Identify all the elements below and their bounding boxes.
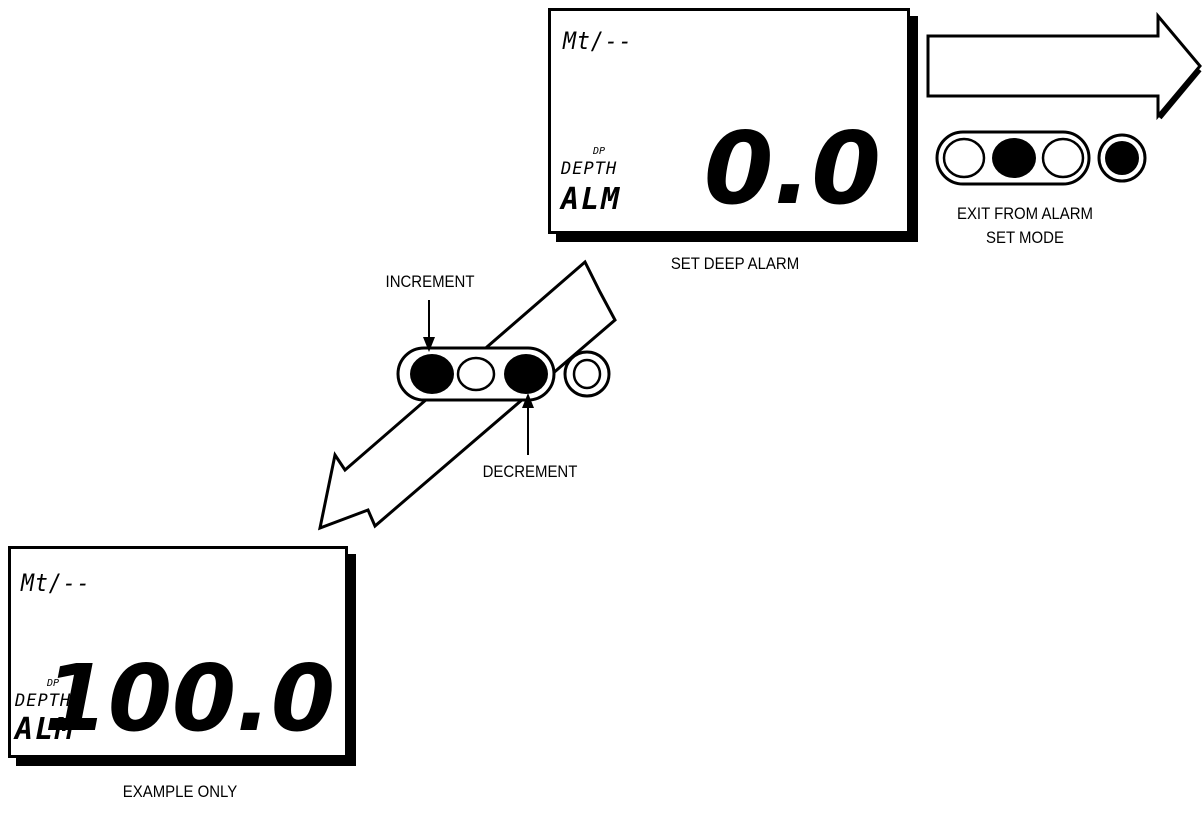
right-left-button (942, 137, 986, 179)
right-center-button (992, 138, 1036, 178)
bottom-mode-indicator: Mt/-- (21, 569, 91, 597)
right-right-button (1041, 137, 1085, 179)
exit-arrow (926, 11, 1202, 121)
top-mode-indicator: Mt/-- (563, 27, 633, 55)
decrement-pointer (522, 393, 534, 455)
decrement-label: DECREMENT (482, 462, 578, 481)
exit-button (1105, 141, 1139, 175)
bottom-depth-value: 100.0 (43, 645, 335, 752)
side-button-inner (572, 358, 602, 390)
top-display-screen: Mt/-- DP DEPTH ALM 0.0 (548, 8, 910, 234)
increment-button (410, 354, 454, 394)
top-depth-value: 0.0 (703, 110, 881, 227)
top-depth-label: DEPTH (561, 159, 618, 179)
increment-label: INCREMENT (385, 272, 475, 291)
middle-button-cluster (396, 346, 611, 402)
top-alm-label: ALM (561, 182, 622, 217)
exit-caption-line2: SET MODE (986, 228, 1064, 247)
bottom-display: Mt/-- DP DEPTH ALM 100.0 (8, 546, 358, 768)
decrement-button (504, 354, 548, 394)
exit-caption-line1: EXIT FROM ALARM (956, 204, 1094, 223)
top-display-caption: SET DEEP ALARM (670, 254, 800, 273)
increment-pointer (423, 300, 435, 352)
bottom-display-caption: EXAMPLE ONLY (122, 782, 238, 801)
right-button-cluster (935, 130, 1147, 186)
top-dp-label: DP (593, 146, 606, 157)
mode-button (456, 356, 496, 392)
top-display: Mt/-- DP DEPTH ALM 0.0 (548, 8, 920, 244)
bottom-display-screen: Mt/-- DP DEPTH ALM 100.0 (8, 546, 348, 758)
